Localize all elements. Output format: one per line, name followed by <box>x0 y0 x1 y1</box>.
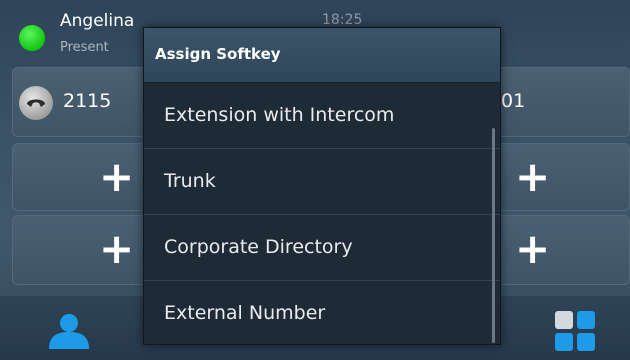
presence-indicator-icon <box>19 25 45 51</box>
dialog-header: Assign Softkey <box>144 28 500 83</box>
handset-icon <box>19 86 53 120</box>
softkey-options-list: Extension with Intercom Trunk Corporate … <box>144 83 500 344</box>
user-name: Angelina <box>60 11 135 31</box>
menu-item-trunk[interactable]: Trunk <box>144 149 500 215</box>
line-key-label: 2115 <box>63 90 112 112</box>
menu-item-external-number[interactable]: External Number <box>144 281 500 344</box>
person-icon[interactable] <box>46 313 92 353</box>
line-key-label: 01 <box>501 90 526 112</box>
apps-grid-icon[interactable] <box>555 311 595 355</box>
plus-icon: + <box>515 152 551 201</box>
menu-item-corporate-directory[interactable]: Corporate Directory <box>144 215 500 281</box>
menu-item-label: Extension with Intercom <box>164 104 395 126</box>
plus-icon: + <box>99 224 135 273</box>
plus-icon: + <box>99 152 135 201</box>
clock: 18:25 <box>322 12 363 28</box>
assign-softkey-dialog: Assign Softkey Extension with Intercom T… <box>143 27 501 345</box>
menu-item-label: Corporate Directory <box>164 236 353 258</box>
phone-screen: Angelina Present 18:25 2115 + + 01 + + A… <box>0 0 630 360</box>
menu-item-label: Trunk <box>164 170 216 192</box>
scrollbar[interactable] <box>492 128 495 343</box>
plus-icon: + <box>515 224 551 273</box>
menu-item-extension-with-intercom[interactable]: Extension with Intercom <box>144 83 500 149</box>
dialog-title: Assign Softkey <box>155 45 281 63</box>
menu-item-label: External Number <box>164 302 326 324</box>
presence-status: Present <box>60 40 109 55</box>
